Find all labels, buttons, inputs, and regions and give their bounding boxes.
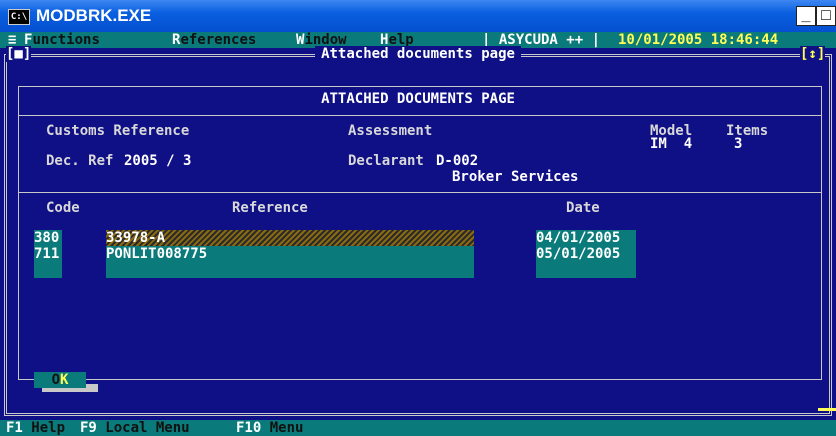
header-divider bbox=[19, 192, 821, 193]
ok-button[interactable]: OK bbox=[34, 372, 86, 388]
status-f1-key: F1 bbox=[6, 420, 23, 436]
minimize-button[interactable]: _ bbox=[796, 6, 816, 26]
maximize-button[interactable]: □ bbox=[816, 6, 836, 26]
status-f10-key: F10 bbox=[236, 420, 262, 436]
dec-ref-value: 2005 / 3 bbox=[124, 153, 192, 169]
window-title: MODBRK.EXE bbox=[36, 6, 152, 25]
items-value: 3 bbox=[734, 136, 743, 152]
row-1-reference[interactable]: 33978-A bbox=[106, 230, 165, 246]
row-1-code[interactable]: 380 bbox=[34, 230, 59, 246]
assessment-label: Assessment bbox=[348, 123, 433, 139]
items-label: Items bbox=[726, 123, 769, 139]
row-2-code[interactable]: 711 bbox=[34, 246, 59, 262]
heading-divider bbox=[19, 115, 821, 116]
column-header-date: Date bbox=[566, 200, 600, 216]
status-f1-help[interactable]: F1 Help bbox=[6, 420, 65, 436]
console-app-icon: C:\ bbox=[8, 9, 30, 25]
dec-ref-label: Dec. Ref bbox=[46, 153, 114, 169]
model-value: IM 4 bbox=[650, 136, 693, 152]
status-f10-menu[interactable]: F10 Menu bbox=[236, 420, 303, 436]
close-window-marker[interactable]: [■] bbox=[6, 46, 32, 62]
status-f9-local-menu[interactable]: F9 Local Menu bbox=[80, 420, 190, 436]
row-2-reference[interactable]: PONLIT008775 bbox=[106, 246, 207, 262]
column-header-code: Code bbox=[46, 200, 80, 216]
status-f10-label: Menu bbox=[261, 420, 304, 436]
declarant-name: Broker Services bbox=[452, 169, 579, 185]
row-2-date[interactable]: 05/01/2005 bbox=[536, 246, 620, 262]
window-resize-handle[interactable] bbox=[818, 408, 836, 411]
declarant-label: Declarant bbox=[348, 153, 424, 169]
row-1-date[interactable]: 04/01/2005 bbox=[536, 230, 620, 246]
resize-arrows-icon: [↕] bbox=[800, 46, 826, 62]
document-window-title: Attached documents page bbox=[315, 46, 521, 62]
window-titlebar[interactable]: C:\ MODBRK.EXE _ □ bbox=[0, 0, 836, 32]
ok-button-hotkey: K bbox=[60, 372, 69, 388]
page-heading: ATTACHED DOCUMENTS PAGE bbox=[321, 91, 515, 107]
declarant-code: D-002 bbox=[436, 153, 479, 169]
status-f1-label: Help bbox=[22, 420, 66, 436]
status-bar: F1 Help F9 Local Menu F10 Menu bbox=[0, 420, 836, 436]
column-header-reference: Reference bbox=[232, 200, 308, 216]
status-f9-label: Local Menu bbox=[96, 420, 190, 436]
status-f9-key: F9 bbox=[80, 420, 97, 436]
document-window-title-bar: Attached documents page bbox=[0, 46, 836, 62]
console-area: ≡ Functions References Window Help | ASY… bbox=[0, 32, 836, 436]
resize-window-marker[interactable]: [↕] bbox=[800, 46, 826, 62]
ok-button-label: O bbox=[51, 372, 60, 388]
customs-reference-label: Customs Reference bbox=[46, 123, 190, 139]
